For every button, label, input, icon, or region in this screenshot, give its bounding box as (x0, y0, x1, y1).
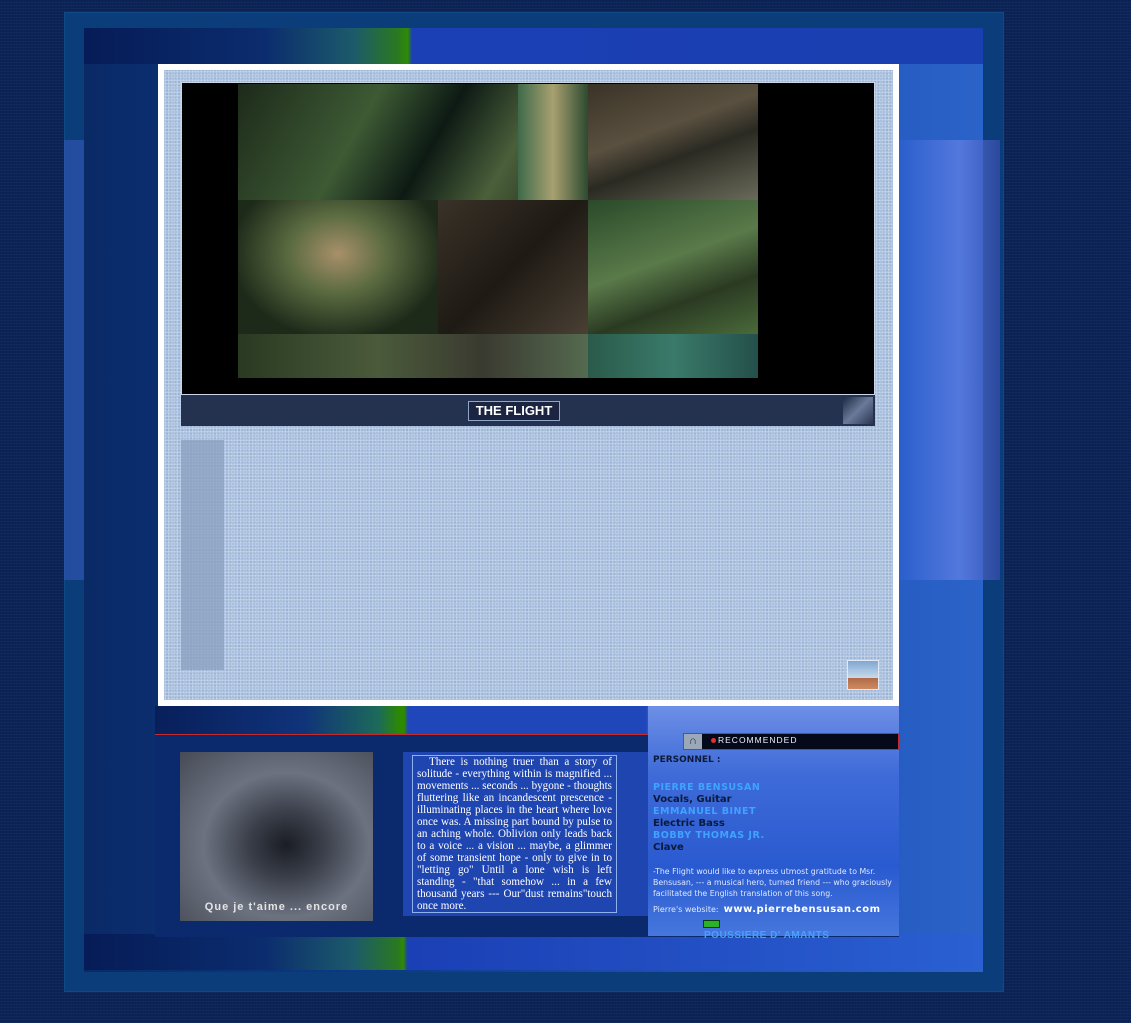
person-name: EMMANUEL BINET (653, 806, 756, 817)
personnel-credits: PERSONNEL : PIERRE BENSUSAN Vocals, Guit… (653, 755, 893, 915)
title-button[interactable]: THE FLIGHT (468, 401, 560, 421)
website-line: Pierre's website: www.pierrebensusan.com (653, 904, 893, 915)
bottom-gradient-band (84, 934, 983, 970)
collage-tile-water (588, 334, 758, 378)
recommended-dot-icon (711, 738, 716, 743)
collage-tile-light (518, 84, 588, 200)
person-name: BOBBY THOMAS JR. (653, 830, 765, 841)
person-role: Electric Bass (653, 818, 725, 829)
corner-thumbnail[interactable] (847, 660, 879, 690)
collage-tile-soil (438, 200, 588, 334)
collage-tile-bark (588, 84, 758, 200)
band-thumbnail[interactable] (843, 397, 873, 424)
album-caption: Que je t'aime ... encore (204, 901, 349, 913)
person-role: Vocals, Guitar (653, 794, 732, 805)
top-gradient-band (84, 28, 983, 64)
left-sidebar-column (181, 440, 224, 670)
collage-tile-moss (588, 200, 758, 334)
website-link[interactable]: www.pierrebensusan.com (724, 904, 881, 915)
person-role: Clave (653, 842, 684, 853)
song-title-link[interactable]: POUSSIERE D' AMANTS (704, 930, 829, 941)
personnel-heading: PERSONNEL : (653, 755, 721, 765)
gratitude-note: -The Flight would like to express utmost… (653, 867, 892, 898)
hero-collage-image (238, 84, 758, 378)
website-label: Pierre's website: (653, 905, 719, 914)
collage-tile-ground (238, 334, 588, 378)
right-glow (898, 140, 1000, 580)
recommended-label: RECOMMENDED (718, 735, 798, 745)
album-cover-image[interactable]: Que je t'aime ... encore (180, 752, 373, 921)
person-name: PIERRE BENSUSAN (653, 782, 761, 793)
poem-text: There is nothing truer than a story of s… (412, 755, 617, 913)
left-glow (64, 140, 86, 580)
collage-tile-hands (238, 200, 438, 334)
headphones-icon[interactable]: ∩ (684, 734, 702, 749)
song-play-chip[interactable] (703, 920, 720, 928)
